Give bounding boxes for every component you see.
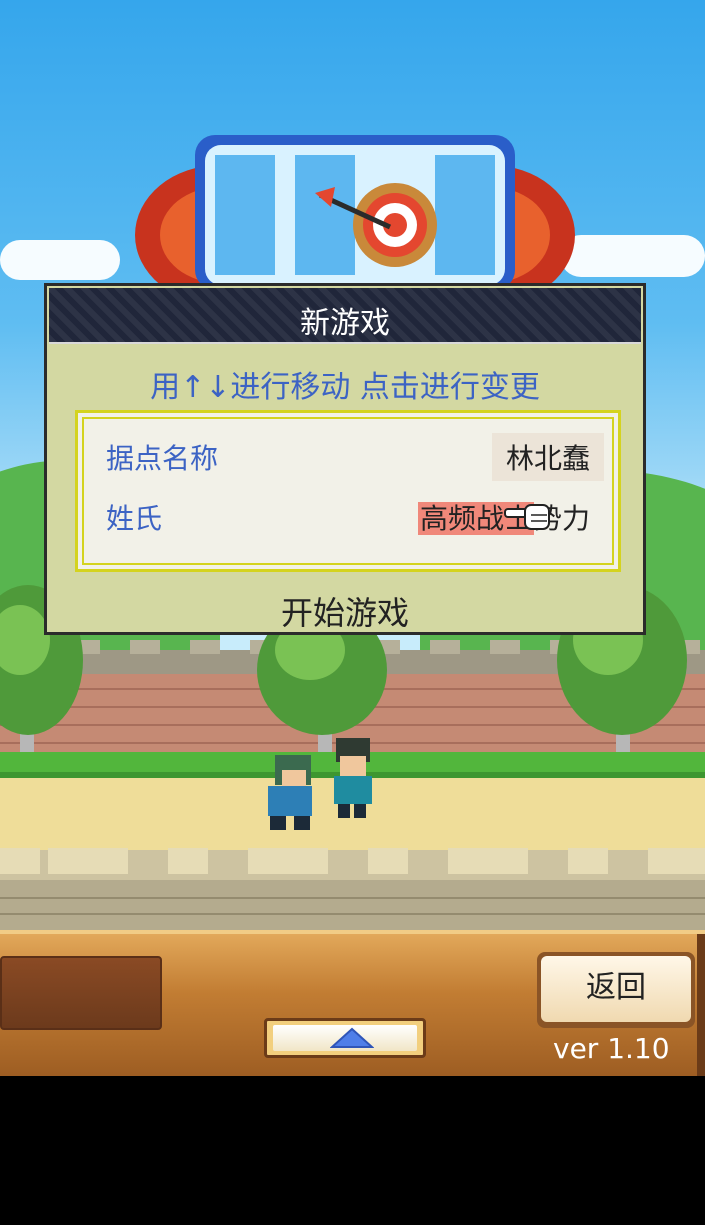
- game-logo: [135, 135, 575, 290]
- base-name-label: 据点名称: [106, 442, 219, 475]
- pointing-hand-icon: [504, 504, 550, 530]
- settings-box: 据点名称 林北蠢 姓氏 高频战士势力: [75, 410, 621, 572]
- instruction-text: 用↑↓进行移动 点击进行变更: [150, 370, 540, 405]
- bottom-bar: 返回 ver 1.10: [0, 930, 705, 1076]
- scroll-up-button-face: [273, 1025, 417, 1051]
- dialog-header: 新游戏: [49, 288, 641, 344]
- new-game-dialog: 新游戏 用↑↓进行移动 点击进行变更 据点名称 林北蠢 姓氏 高频战士势力 开始…: [44, 283, 646, 635]
- start-game-button[interactable]: 开始游戏: [47, 588, 643, 634]
- up-arrow-icon: [330, 1027, 374, 1048]
- game-scene: 新游戏 用↑↓进行移动 点击进行变更 据点名称 林北蠢 姓氏 高频战士势力 开始…: [0, 0, 705, 1076]
- dialog-title: 新游戏: [300, 306, 390, 341]
- version-text: ver 1.10: [553, 1032, 670, 1065]
- bar-edge: [697, 934, 705, 1076]
- empty-slot: [0, 956, 162, 1030]
- base-name-value[interactable]: 林北蠢: [491, 433, 604, 481]
- back-button-label: 返回: [541, 956, 691, 1022]
- back-button[interactable]: 返回: [537, 952, 695, 1028]
- surname-label: 姓氏: [106, 502, 163, 535]
- scroll-up-button[interactable]: [264, 1018, 426, 1058]
